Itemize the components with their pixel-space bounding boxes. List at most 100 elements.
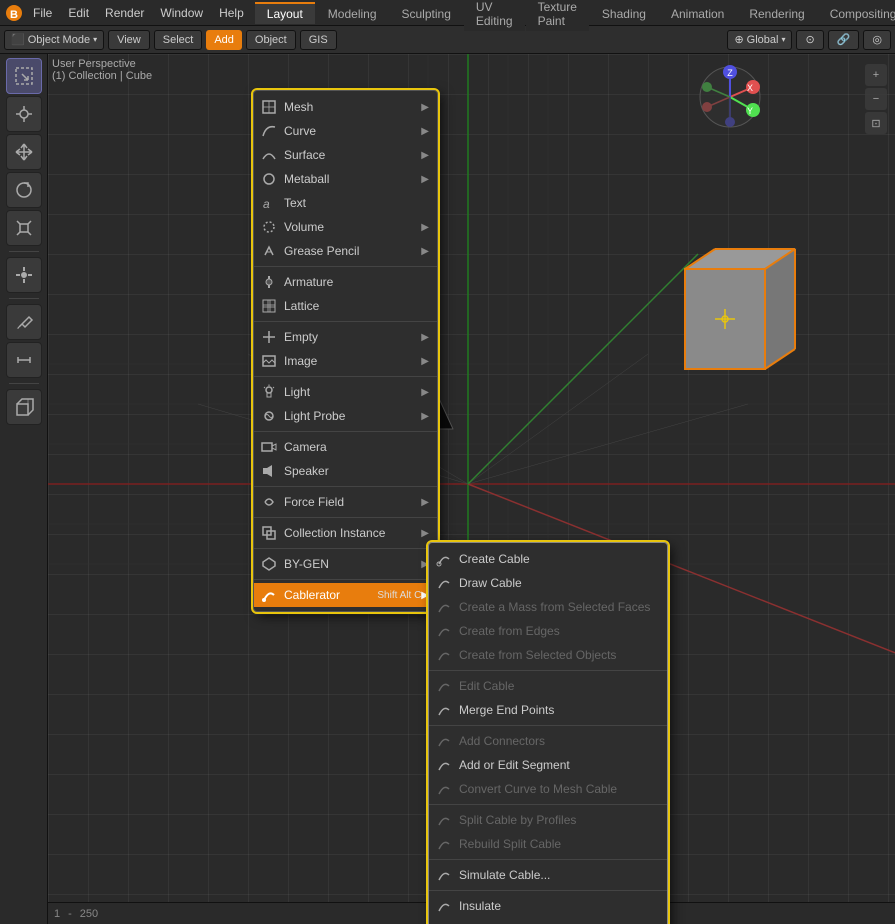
submenu-rebuild-split-cable: Rebuild Split Cable xyxy=(429,832,667,856)
image-icon xyxy=(260,352,278,370)
draw-cable-icon xyxy=(435,574,453,592)
light-probe-arrow-icon: ▶ xyxy=(421,411,429,422)
submenu-merge-end-points[interactable]: Merge End Points xyxy=(429,698,667,722)
light-probe-icon xyxy=(260,407,278,425)
menu-item-lattice[interactable]: Lattice xyxy=(254,294,437,318)
submenu-convert-curve-mesh-label: Convert Curve to Mesh Cable xyxy=(459,782,659,796)
menu-item-collection-instance[interactable]: Collection Instance ▶ xyxy=(254,521,437,545)
transform-tool-btn[interactable] xyxy=(6,257,42,293)
menu-item-speaker[interactable]: Speaker xyxy=(254,459,437,483)
svg-text:B: B xyxy=(10,9,18,21)
frame-separator: - xyxy=(68,908,72,920)
measure-tool-btn[interactable] xyxy=(6,342,42,378)
menu-item-volume[interactable]: Volume ▶ xyxy=(254,215,437,239)
add-menu-btn[interactable]: Add xyxy=(206,30,242,50)
tab-compositing[interactable]: Compositing xyxy=(818,2,895,24)
menu-item-force-field[interactable]: Force Field ▶ xyxy=(254,490,437,514)
snap-btn[interactable]: 🔗 xyxy=(828,30,860,50)
menu-item-cablerator[interactable]: Cablerator Shift Alt C ▶ xyxy=(254,583,437,607)
menu-item-metaball-label: Metaball xyxy=(284,172,421,186)
simulate-cable-icon xyxy=(435,866,453,884)
menu-item-by-gen-label: BY-GEN xyxy=(284,557,421,571)
tab-rendering[interactable]: Rendering xyxy=(737,2,816,24)
menu-item-mesh[interactable]: Mesh ▶ xyxy=(254,95,437,119)
submenu-draw-cable[interactable]: Draw Cable xyxy=(429,571,667,595)
menu-item-curve[interactable]: Curve ▶ xyxy=(254,119,437,143)
submenu-rope[interactable]: Rope xyxy=(429,918,667,924)
main-area: User Perspective (1) Collection | Cube xyxy=(0,54,895,924)
mode-chevron-icon: ▾ xyxy=(93,35,97,44)
menu-item-by-gen[interactable]: BY-GEN ▶ xyxy=(254,552,437,576)
pivot-btn[interactable]: ⊙ xyxy=(796,30,823,50)
svg-text:a: a xyxy=(263,197,270,211)
blender-logo-icon[interactable]: B xyxy=(4,3,24,23)
menu-item-light[interactable]: Light ▶ xyxy=(254,380,437,404)
collection-instance-arrow-icon: ▶ xyxy=(421,528,429,539)
help-menu[interactable]: Help xyxy=(212,4,251,22)
zoom-in-btn[interactable]: + xyxy=(865,64,887,86)
create-cable-icon xyxy=(435,550,453,568)
mode-label: Object Mode xyxy=(28,34,90,46)
submenu-insulate[interactable]: Insulate xyxy=(429,894,667,918)
edit-menu[interactable]: Edit xyxy=(61,4,96,22)
menu-item-armature[interactable]: Armature xyxy=(254,270,437,294)
left-toolbar xyxy=(0,54,48,924)
tab-layout[interactable]: Layout xyxy=(255,2,315,24)
gis-menu-btn[interactable]: GIS xyxy=(300,30,337,50)
metaball-arrow-icon: ▶ xyxy=(421,174,429,185)
menu-item-surface[interactable]: Surface ▶ xyxy=(254,143,437,167)
cablerator-icon xyxy=(260,586,278,604)
collection-label: (1) Collection | Cube xyxy=(52,70,152,82)
submenu-split-cable-profiles-label: Split Cable by Profiles xyxy=(459,813,659,827)
submenu-merge-end-points-label: Merge End Points xyxy=(459,703,659,717)
menu-item-grease-pencil[interactable]: Grease Pencil ▶ xyxy=(254,239,437,263)
view-menu-btn[interactable]: View xyxy=(108,30,150,50)
menu-item-image-label: Image xyxy=(284,354,421,368)
submenu-create-cable[interactable]: Create Cable xyxy=(429,547,667,571)
annotate-tool-btn[interactable] xyxy=(6,304,42,340)
submenu-add-edit-segment[interactable]: Add or Edit Segment xyxy=(429,753,667,777)
mode-selector[interactable]: ⬛ Object Mode ▾ xyxy=(4,30,104,50)
rotate-tool-btn[interactable] xyxy=(6,172,42,208)
menu-item-text[interactable]: a Text xyxy=(254,191,437,215)
menu-item-camera[interactable]: Camera xyxy=(254,435,437,459)
zoom-fit-btn[interactable]: ⊡ xyxy=(865,112,887,134)
navigation-gizmo[interactable]: X Y Z xyxy=(695,62,765,132)
tab-uv-editing[interactable]: UV Editing xyxy=(464,0,525,31)
cursor-tool-btn[interactable] xyxy=(6,96,42,132)
menu-item-metaball[interactable]: Metaball ▶ xyxy=(254,167,437,191)
tab-sculpting[interactable]: Sculpting xyxy=(390,2,463,24)
tab-modeling[interactable]: Modeling xyxy=(316,2,389,24)
cube-object xyxy=(655,239,815,422)
menu-item-image[interactable]: Image ▶ xyxy=(254,349,437,373)
convert-curve-mesh-icon xyxy=(435,780,453,798)
transform-selector[interactable]: ⊕ Global ▾ xyxy=(727,30,792,50)
menu-item-empty[interactable]: Empty ▶ xyxy=(254,325,437,349)
file-menu[interactable]: File xyxy=(26,4,59,22)
zoom-out-btn[interactable]: − xyxy=(865,88,887,110)
menu-item-armature-label: Armature xyxy=(284,275,429,289)
move-tool-btn[interactable] xyxy=(6,134,42,170)
tab-animation[interactable]: Animation xyxy=(659,2,736,24)
submenu-create-mass-label: Create a Mass from Selected Faces xyxy=(459,600,659,614)
submenu-rebuild-split-cable-label: Rebuild Split Cable xyxy=(459,837,659,851)
tab-shading[interactable]: Shading xyxy=(590,2,658,24)
select-box-tool-btn[interactable] xyxy=(6,58,42,94)
submenu-simulate-cable[interactable]: Simulate Cable... xyxy=(429,863,667,887)
tool-separator-3 xyxy=(9,383,39,384)
render-menu[interactable]: Render xyxy=(98,4,151,22)
add-cube-tool-btn[interactable] xyxy=(6,389,42,425)
menu-item-light-probe[interactable]: Light Probe ▶ xyxy=(254,404,437,428)
window-menu[interactable]: Window xyxy=(153,4,210,22)
menu-item-text-label: Text xyxy=(284,196,429,210)
grease-pencil-icon xyxy=(260,242,278,260)
armature-icon xyxy=(260,273,278,291)
tab-texture-paint[interactable]: Texture Paint xyxy=(526,0,589,31)
scale-tool-btn[interactable] xyxy=(6,210,42,246)
viewport-corner-buttons: + − ⊡ xyxy=(865,64,887,134)
viewport[interactable]: User Perspective (1) Collection | Cube xyxy=(48,54,895,924)
select-menu-btn[interactable]: Select xyxy=(154,30,203,50)
object-menu-btn[interactable]: Object xyxy=(246,30,296,50)
create-from-edges-icon xyxy=(435,622,453,640)
proportional-btn[interactable]: ◎ xyxy=(863,30,891,50)
